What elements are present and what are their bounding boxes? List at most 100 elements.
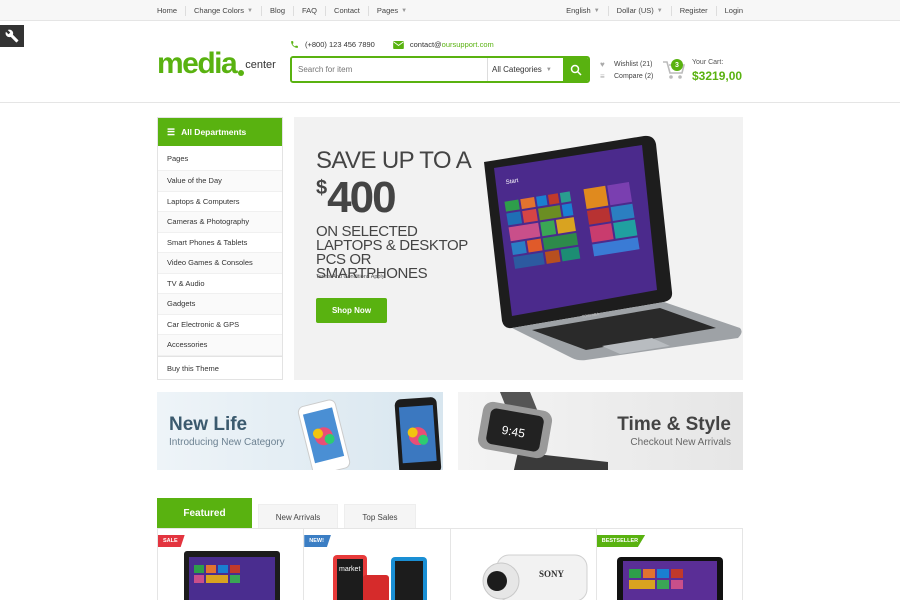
chevron-down-icon: ▼: [593, 7, 600, 14]
top-nav-change-colors[interactable]: Change Colors ▼: [186, 5, 262, 16]
smartwatch-image: 9:45: [477, 392, 608, 470]
top-nav-left: Home Change Colors ▼ Blog FAQ Contact Pag…: [157, 0, 407, 21]
top-nav-label: FAQ: [302, 5, 318, 15]
banner-subtitle: Introducing New Category: [169, 437, 285, 448]
dept-item-label: Gadgets: [167, 299, 196, 309]
email-icon: [393, 40, 404, 49]
currency-label: Dollar (US): [616, 5, 654, 15]
heart-icon: ♥: [600, 60, 605, 69]
phone-screen-text: market: [339, 566, 360, 573]
phone-number: (+800) 123 456 7890: [305, 40, 375, 49]
departments-header[interactable]: ☰ All Departments: [158, 118, 282, 146]
header-divider: [0, 102, 900, 103]
camera-brand: SONY: [539, 569, 565, 579]
dept-item-laptops[interactable]: Laptops & Computers: [158, 192, 282, 212]
new-badge: NEW!: [304, 535, 331, 547]
banner-title: Time & Style: [617, 414, 731, 435]
product-card[interactable]: SONY: [451, 529, 597, 600]
search-bar: All Categories ▼: [290, 56, 590, 83]
wishlist-link[interactable]: ♥ Wishlist (21): [600, 59, 653, 71]
dept-item-buy-theme[interactable]: Buy this Theme: [158, 355, 282, 380]
logo-main-text: media: [157, 47, 238, 80]
dept-item-car-electronic[interactable]: Car Electronic & GPS: [158, 315, 282, 335]
dept-item-accessories[interactable]: Accessories: [158, 335, 282, 356]
dept-item-tv-audio[interactable]: TV & Audio: [158, 274, 282, 294]
top-nav-label: Home: [157, 5, 178, 15]
hero-slider: SAVE UP TO A $400 ON SELECTED LAPTOPS & …: [294, 117, 743, 380]
top-nav-home[interactable]: Home: [157, 5, 187, 16]
tab-top-sales[interactable]: Top Sales: [344, 504, 416, 529]
compare-link[interactable]: ≡ Compare (2): [600, 71, 653, 83]
tab-new-arrivals[interactable]: New Arrivals: [258, 504, 338, 529]
logo-dot: [238, 70, 245, 76]
currency-select[interactable]: Dollar (US) ▼: [609, 5, 672, 16]
top-nav-label: Pages: [376, 5, 399, 15]
top-bar: Home Change Colors ▼ Blog FAQ Contact Pag…: [0, 0, 900, 21]
dept-item-video-games[interactable]: Video Games & Consoles: [158, 253, 282, 274]
search-icon: [570, 64, 582, 76]
cart-widget[interactable]: 3 Your Cart: $3219,00: [662, 57, 742, 85]
dept-item-label: TV & Audio: [167, 278, 205, 288]
top-nav-blog[interactable]: Blog: [262, 5, 295, 16]
dept-item-label: Car Electronic & GPS: [167, 319, 240, 329]
register-link[interactable]: Register: [672, 5, 717, 16]
chevron-down-icon: ▼: [247, 7, 253, 14]
banner-subtitle: Checkout New Arrivals: [630, 437, 731, 448]
banner-time-style[interactable]: 9:45 Time & Style Checkout New Arrivals: [458, 392, 743, 470]
dept-item-cameras[interactable]: Cameras & Photography: [158, 212, 282, 233]
shop-now-button[interactable]: Shop Now: [316, 298, 387, 323]
language-label: English: [566, 5, 591, 15]
top-nav-label: Contact: [334, 5, 360, 15]
theme-settings-button[interactable]: [0, 25, 24, 47]
action-camera-image: SONY: [482, 554, 587, 600]
list-icon: ☰: [167, 126, 176, 137]
login-link[interactable]: Login: [717, 6, 743, 16]
hero-subheadline: ON SELECTED LAPTOPS & DESKTOP PCS OR SMA…: [316, 223, 468, 282]
cart-total: $3219,00: [692, 69, 743, 83]
product-card[interactable]: NEW! market: [304, 529, 451, 600]
chevron-down-icon: ▼: [401, 7, 408, 14]
email-link[interactable]: contact@oursupport.com: [410, 40, 494, 49]
search-input[interactable]: [292, 58, 487, 81]
tab-label: Featured: [183, 508, 226, 519]
tablet-image: [184, 551, 280, 600]
hero-terms: Terms And Conditions Apply: [316, 274, 385, 280]
compare-label: Compare (2): [614, 73, 654, 80]
hero-headline: SAVE UP TO A: [316, 147, 472, 174]
dept-item-smart-phones[interactable]: Smart Phones & Tablets: [158, 233, 282, 253]
dept-item-value-of-the-day[interactable]: Value of the Day: [158, 171, 282, 192]
email-prefix: contact@: [409, 40, 442, 49]
top-nav-label: Blog: [270, 5, 286, 15]
tab-label: New Arrivals: [275, 512, 321, 522]
logo-sub-text: center: [245, 59, 276, 71]
dept-item-label: Accessories: [167, 340, 208, 350]
phones-image: [297, 397, 442, 470]
chevron-down-icon: ▼: [545, 66, 552, 73]
product-card[interactable]: BESTSELLER: [596, 529, 742, 600]
email-domain: oursupport.com: [441, 40, 494, 49]
product-card[interactable]: SALE: [158, 529, 305, 600]
search-button[interactable]: [563, 58, 588, 81]
banner-new-life[interactable]: New Life Introducing New Category: [157, 392, 443, 470]
tab-label: Top Sales: [362, 512, 398, 522]
tab-featured[interactable]: Featured: [157, 498, 252, 529]
sale-badge: SALE: [158, 535, 185, 547]
phones-image: market: [333, 555, 428, 600]
dept-item-label: Buy this Theme: [167, 363, 219, 373]
dept-item-pages[interactable]: Pages: [158, 146, 282, 171]
top-nav-faq[interactable]: FAQ: [294, 5, 327, 16]
product-grid: SALE NEW! market SONY BESTSELLER: [157, 528, 743, 600]
site-logo[interactable]: media center: [157, 49, 276, 79]
compare-icon: ≡: [600, 72, 605, 81]
top-nav-pages[interactable]: Pages ▼: [369, 6, 407, 16]
hero-currency: $: [316, 177, 327, 199]
top-nav-contact[interactable]: Contact: [326, 5, 369, 16]
hero-amount: $400: [316, 173, 397, 223]
top-nav-label: Change Colors: [194, 5, 245, 15]
dept-item-label: Pages: [167, 153, 189, 163]
language-select[interactable]: English ▼: [566, 5, 609, 16]
bestseller-badge: BESTSELLER: [596, 535, 646, 547]
dept-item-label: Value of the Day: [167, 176, 222, 186]
category-select[interactable]: All Categories ▼: [487, 58, 563, 81]
dept-item-gadgets[interactable]: Gadgets: [158, 294, 282, 315]
